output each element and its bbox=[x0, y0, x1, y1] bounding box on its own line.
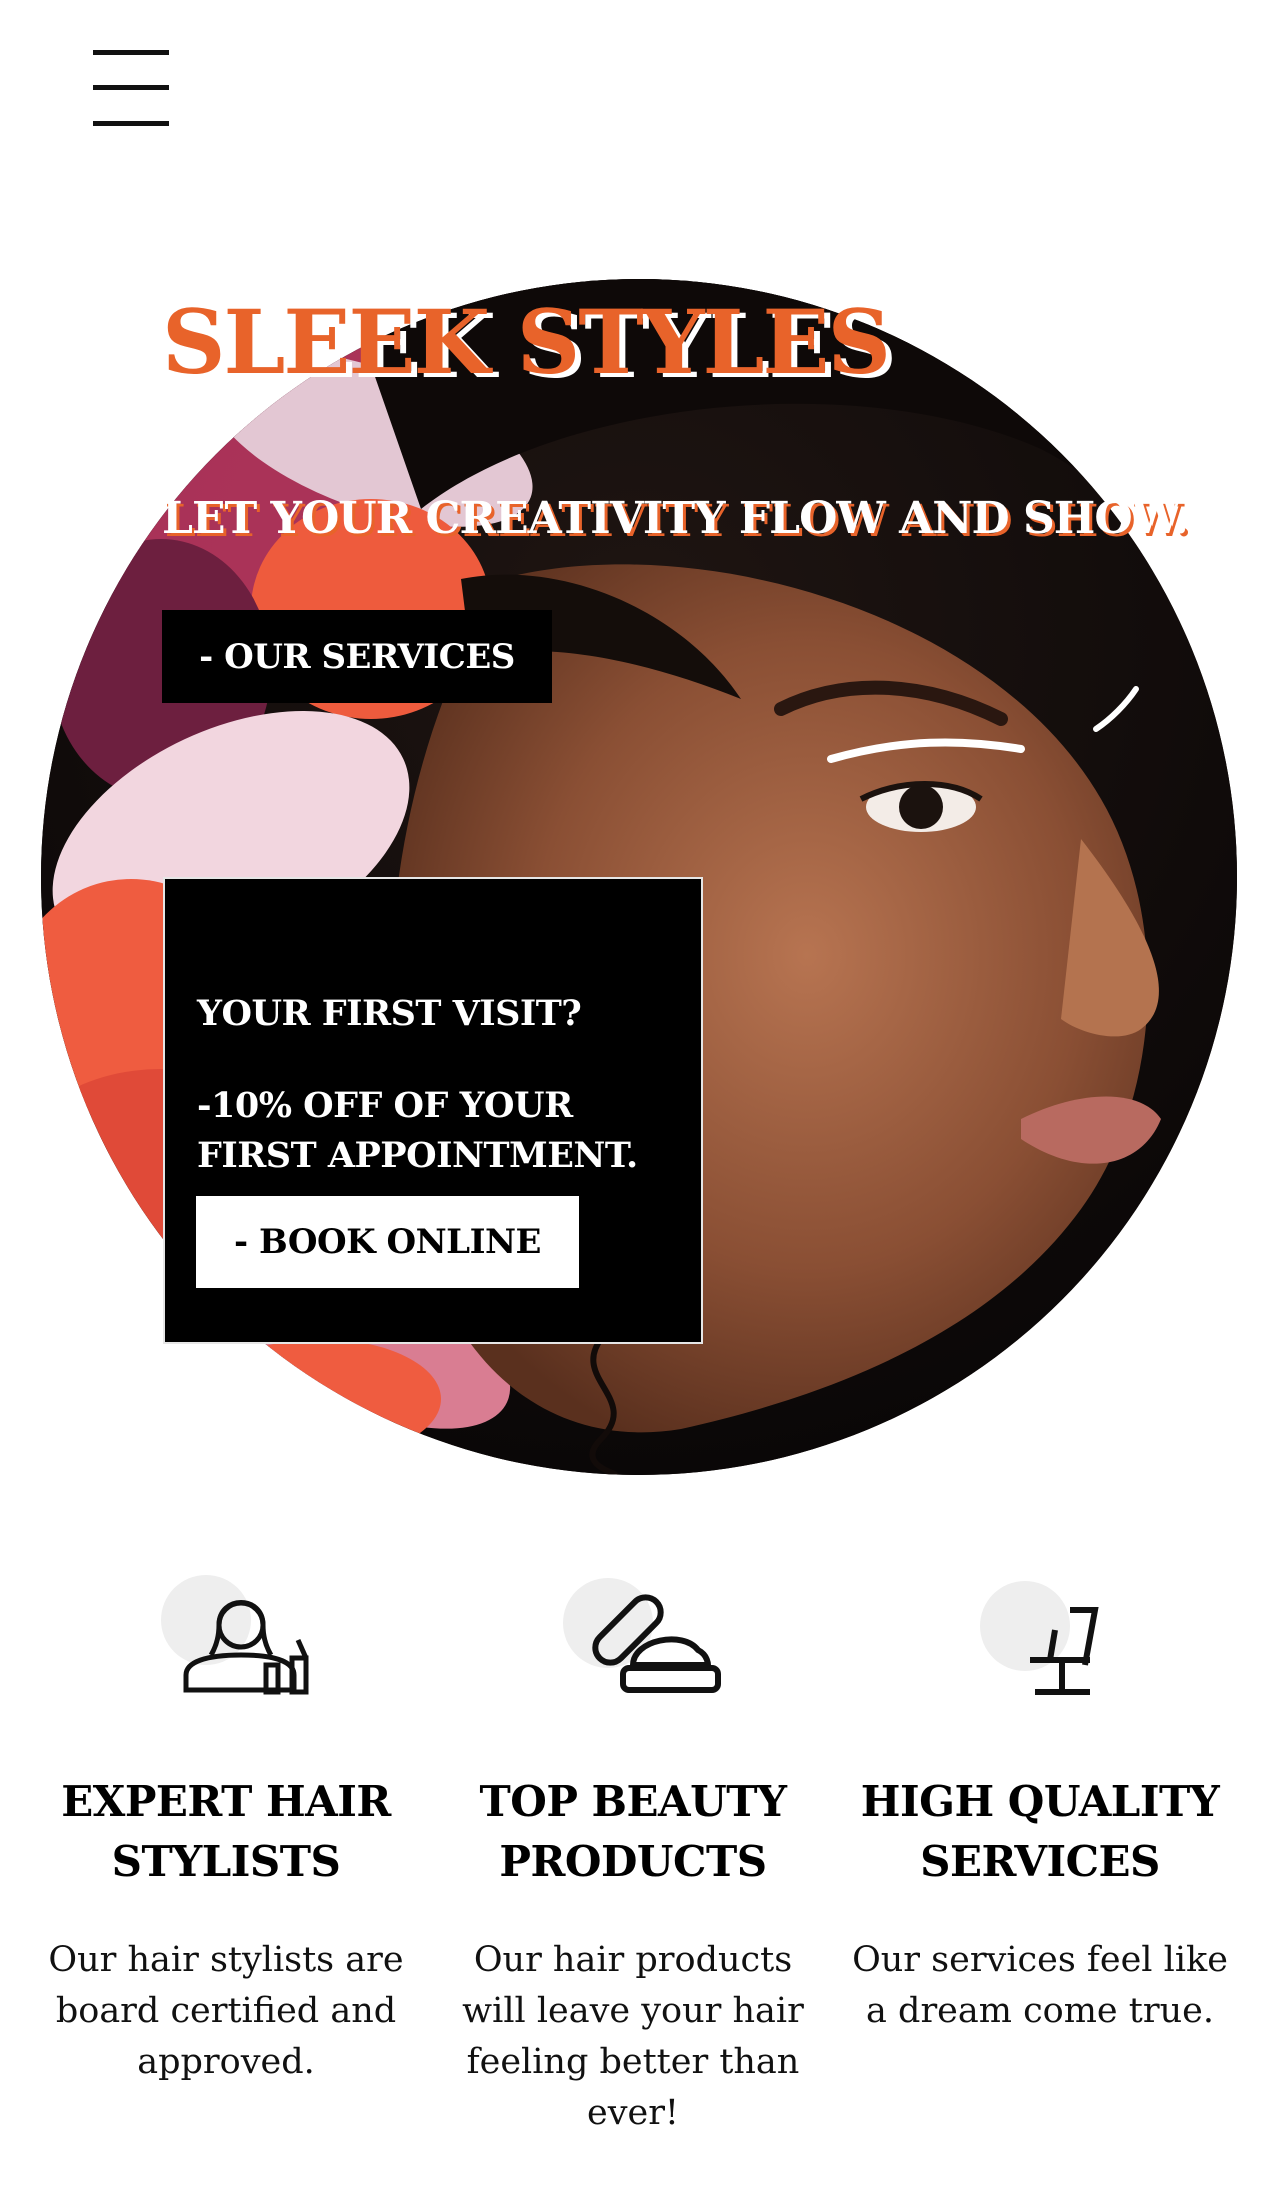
beauty-products-icon bbox=[443, 1570, 823, 1710]
feature-title: TOP BEAUTY PRODUCTS bbox=[479, 1777, 787, 1886]
feature-title: EXPERT HAIR STYLISTS bbox=[61, 1777, 391, 1886]
our-services-button[interactable]: - OUR SERVICES bbox=[162, 610, 552, 703]
salon-chair-icon bbox=[850, 1570, 1230, 1710]
promo-title: YOUR FIRST VISIT? bbox=[197, 993, 582, 1034]
feature-description: Our hair stylists are board certified an… bbox=[48, 1940, 404, 2082]
brand-title: SLEEK STYLES bbox=[162, 290, 891, 394]
first-visit-promo: YOUR FIRST VISIT? -10% OFF OF YOUR FIRST… bbox=[163, 877, 703, 1344]
promo-discount-text: -10% OFF OF YOUR FIRST APPOINTMENT. bbox=[197, 1085, 638, 1176]
book-online-button[interactable]: - BOOK ONLINE bbox=[196, 1196, 579, 1288]
feature-description: Our hair products will leave your hair f… bbox=[462, 1940, 804, 2133]
hair-stylist-icon bbox=[36, 1570, 416, 1710]
feature-title: HIGH QUALITY SERVICES bbox=[860, 1777, 1220, 1886]
hamburger-menu-icon[interactable] bbox=[93, 48, 169, 128]
feature-description: Our services feel like a dream come true… bbox=[852, 1940, 1228, 2031]
hero-tagline: LET YOUR CREATIVITY FLOW AND SHOW. bbox=[162, 493, 1189, 544]
